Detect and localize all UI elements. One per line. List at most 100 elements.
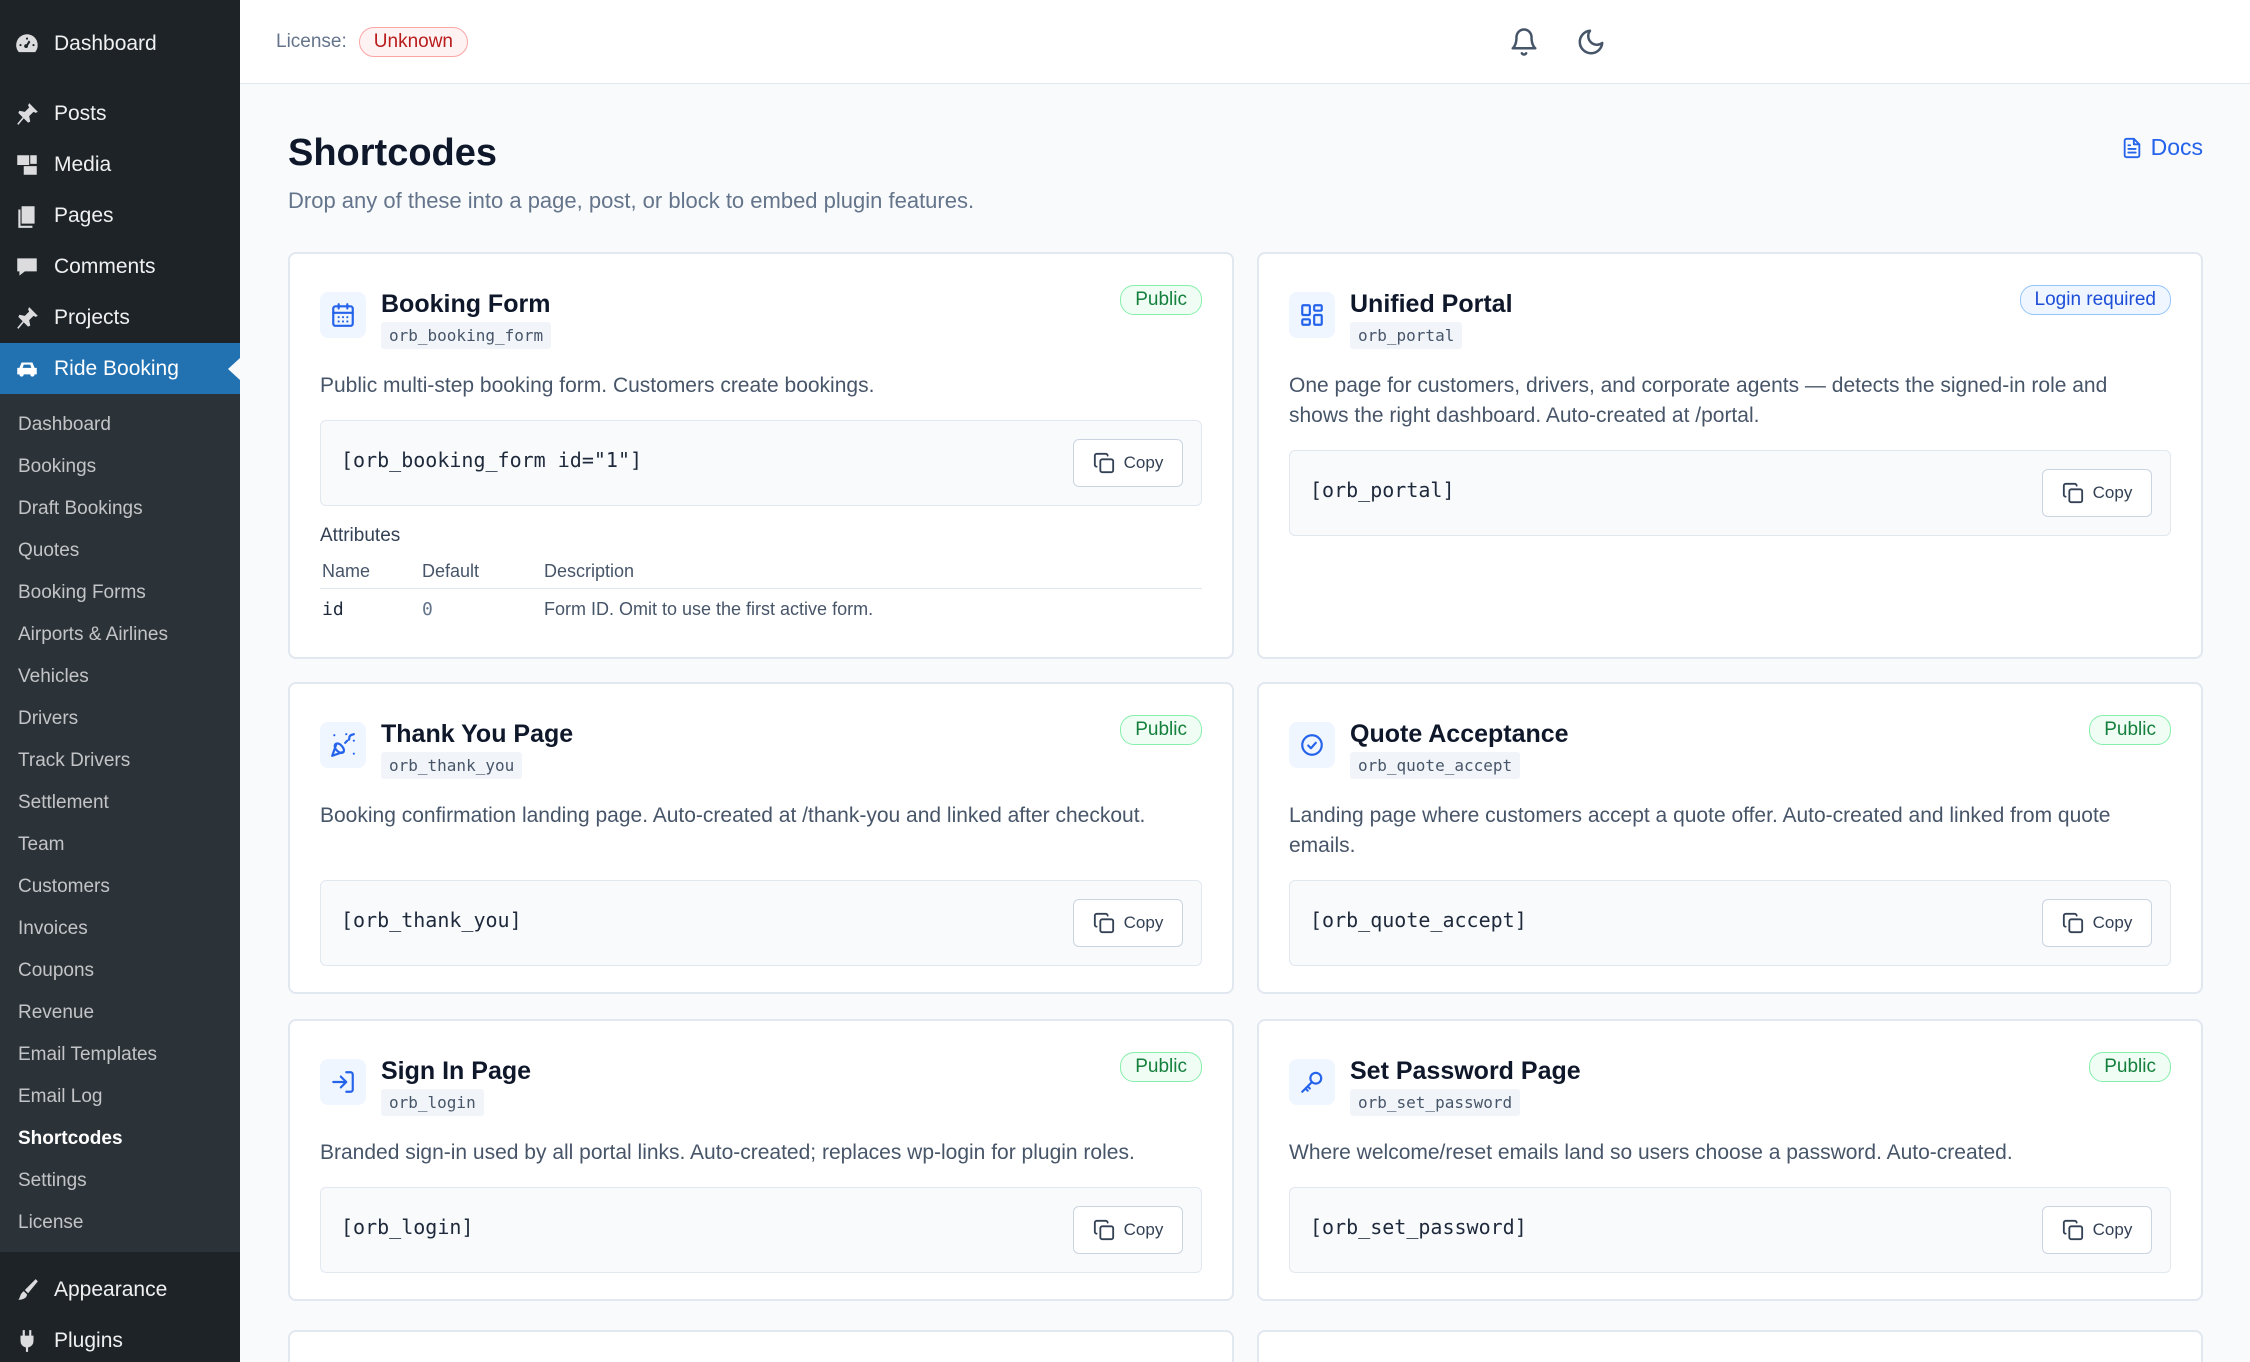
card-shortcode-tag: orb_login xyxy=(381,1089,484,1116)
copy-icon xyxy=(2062,1219,2083,1241)
ride-booking-submenu: Dashboard Bookings Draft Bookings Quotes… xyxy=(0,394,240,1252)
menu-item-label: Plugins xyxy=(54,1328,123,1352)
plugin-icon xyxy=(13,1327,41,1355)
docs-label: Docs xyxy=(2150,134,2203,160)
menu-item-media[interactable]: Media xyxy=(0,139,240,190)
card-shortcode-tag: orb_portal xyxy=(1350,322,1463,349)
shortcode-card-sign-in: Sign In Page orb_login Public Branded si… xyxy=(288,1019,1234,1301)
shortcode-code[interactable]: [orb_login] xyxy=(341,1215,473,1239)
submenu-item-draft-bookings[interactable]: Draft Bookings xyxy=(0,488,240,530)
shortcode-code-box: [orb_thank_you] Copy xyxy=(320,880,1202,966)
card-description: Booking confirmation landing page. Auto-… xyxy=(320,804,1146,827)
top-bar: License: Unknown xyxy=(240,0,2250,84)
submenu-item-email-log[interactable]: Email Log xyxy=(0,1076,240,1118)
submenu-item-bookings[interactable]: Bookings xyxy=(0,446,240,488)
party-popper-icon xyxy=(320,722,366,768)
card-title: Unified Portal xyxy=(1350,290,1513,318)
page-title: Shortcodes xyxy=(288,132,498,174)
submenu-item-shortcodes[interactable]: Shortcodes xyxy=(0,1118,240,1160)
dashboard-icon xyxy=(13,30,41,58)
menu-item-posts[interactable]: Posts xyxy=(0,88,240,139)
copy-icon xyxy=(1093,1219,1114,1241)
menu-item-comments[interactable]: Comments xyxy=(0,241,240,292)
attribute-description: Form ID. Omit to use the first active fo… xyxy=(544,599,874,619)
menu-item-label: Media xyxy=(54,152,112,176)
submenu-item-revenue[interactable]: Revenue xyxy=(0,992,240,1034)
card-description: One page for customers, drivers, and cor… xyxy=(1289,374,2108,427)
car-icon xyxy=(13,355,41,383)
shortcode-code[interactable]: [orb_booking_form id="1"] xyxy=(341,448,642,472)
copy-icon xyxy=(1093,452,1114,474)
media-icon xyxy=(13,151,41,179)
shortcode-code[interactable]: [orb_thank_you] xyxy=(341,908,522,932)
submenu-item-airports-airlines[interactable]: Airports & Airlines xyxy=(0,614,240,656)
copy-button[interactable]: Copy xyxy=(2042,899,2152,947)
menu-item-pages[interactable]: Pages xyxy=(0,190,240,241)
grid-icon xyxy=(1289,292,1335,338)
card-title: Set Password Page xyxy=(1350,1057,1581,1085)
submenu-item-invoices[interactable]: Invoices xyxy=(0,908,240,950)
shortcode-code[interactable]: [orb_portal] xyxy=(1310,478,1455,502)
column-header-name: Name xyxy=(320,557,420,589)
menu-item-ride-booking[interactable]: Ride Booking xyxy=(0,343,240,394)
submenu-item-email-templates[interactable]: Email Templates xyxy=(0,1034,240,1076)
attributes-table: Name Default Description id 0 Form ID. O… xyxy=(320,557,1202,628)
submenu-item-dashboard[interactable]: Dashboard xyxy=(0,404,240,446)
submenu-item-customers[interactable]: Customers xyxy=(0,866,240,908)
card-title: Thank You Page xyxy=(381,720,574,748)
menu-item-appearance[interactable]: Appearance xyxy=(0,1264,240,1315)
submenu-item-quotes[interactable]: Quotes xyxy=(0,530,240,572)
menu-item-label: Appearance xyxy=(54,1277,168,1301)
submenu-item-drivers[interactable]: Drivers xyxy=(0,698,240,740)
column-header-description: Description xyxy=(542,557,1202,589)
shortcode-code-box: [orb_booking_form id="1"] Copy xyxy=(320,420,1202,506)
shortcode-card-set-password: Set Password Page orb_set_password Publi… xyxy=(1257,1019,2203,1301)
page-subtitle: Drop any of these into a page, post, or … xyxy=(288,188,975,213)
copy-icon xyxy=(2062,482,2083,504)
calendar-icon xyxy=(320,292,366,338)
menu-item-projects[interactable]: Projects xyxy=(0,292,240,343)
copy-button[interactable]: Copy xyxy=(1073,439,1183,487)
shortcode-code[interactable]: [orb_quote_accept] xyxy=(1310,908,1527,932)
copy-label: Copy xyxy=(1123,1220,1164,1239)
license-label: License: xyxy=(276,30,347,52)
copy-label: Copy xyxy=(2092,1220,2133,1239)
menu-item-dashboard[interactable]: Dashboard xyxy=(0,18,240,69)
pin-icon xyxy=(13,304,41,332)
copy-label: Copy xyxy=(2092,913,2133,932)
copy-button[interactable]: Copy xyxy=(2042,1206,2152,1254)
card-title: Sign In Page xyxy=(381,1057,532,1085)
moon-icon[interactable] xyxy=(1571,22,1611,62)
menu-item-label: Comments xyxy=(54,254,156,278)
submenu-item-booking-forms[interactable]: Booking Forms xyxy=(0,572,240,614)
check-circle-icon xyxy=(1289,722,1335,768)
shortcode-code-box: [orb_set_password] Copy xyxy=(1289,1187,2171,1273)
shortcode-code[interactable]: [orb_set_password] xyxy=(1310,1215,1527,1239)
card-shortcode-tag: orb_thank_you xyxy=(381,752,523,779)
docs-link[interactable]: Docs xyxy=(2121,134,2203,161)
submenu-item-license[interactable]: License xyxy=(0,1202,240,1244)
submenu-item-coupons[interactable]: Coupons xyxy=(0,950,240,992)
copy-label: Copy xyxy=(1123,453,1164,472)
copy-button[interactable]: Copy xyxy=(1073,899,1183,947)
menu-item-label: Posts xyxy=(54,101,107,125)
copy-button[interactable]: Copy xyxy=(2042,469,2152,517)
log-in-icon xyxy=(320,1059,366,1105)
card-description: Branded sign-in used by all portal links… xyxy=(320,1141,1135,1164)
submenu-item-track-drivers[interactable]: Track Drivers xyxy=(0,740,240,782)
submenu-item-settings[interactable]: Settings xyxy=(0,1160,240,1202)
license-status-badge[interactable]: Unknown xyxy=(358,26,468,57)
access-badge: Public xyxy=(1120,715,1202,745)
menu-item-plugins[interactable]: Plugins xyxy=(0,1315,240,1362)
menu-item-label: Ride Booking xyxy=(54,356,179,380)
shortcode-code-box: [orb_login] Copy xyxy=(320,1187,1202,1273)
shortcode-card-quote-acceptance: Quote Acceptance orb_quote_accept Public… xyxy=(1257,682,2203,994)
submenu-item-vehicles[interactable]: Vehicles xyxy=(0,656,240,698)
copy-label: Copy xyxy=(2092,483,2133,502)
bell-icon[interactable] xyxy=(1504,22,1544,62)
copy-button[interactable]: Copy xyxy=(1073,1206,1183,1254)
submenu-item-settlement[interactable]: Settlement xyxy=(0,782,240,824)
menu-item-label: Dashboard xyxy=(54,31,157,55)
pin-icon xyxy=(13,100,41,128)
submenu-item-team[interactable]: Team xyxy=(0,824,240,866)
